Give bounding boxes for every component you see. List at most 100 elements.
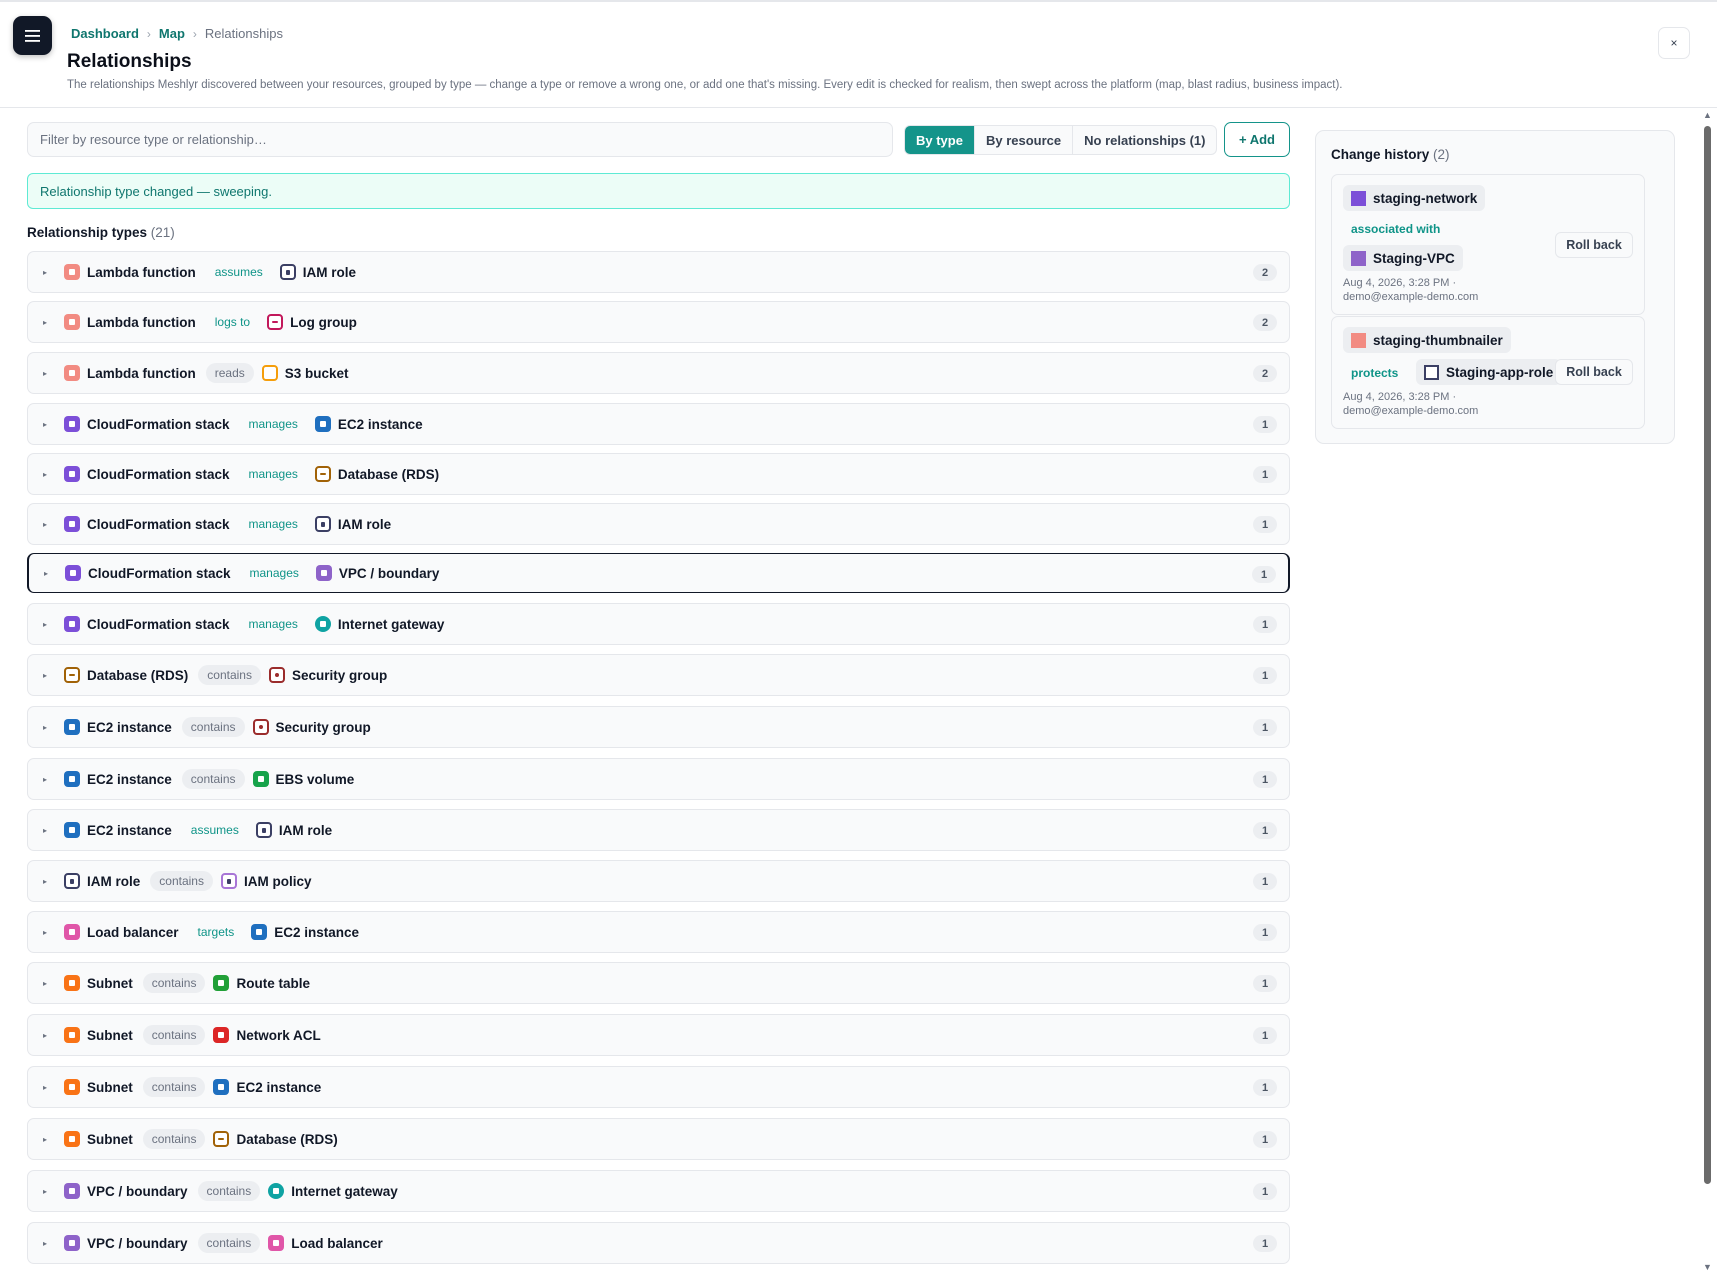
expand-chevron-icon[interactable]: ▸ xyxy=(43,620,53,629)
expand-chevron-icon[interactable]: ▸ xyxy=(43,369,53,378)
relationship-type-row[interactable]: ▸ EC2 instance contains Security group 1 xyxy=(27,706,1290,748)
relationship-type-row[interactable]: ▸ IAM role contains IAM policy 1 xyxy=(27,860,1290,902)
relationship-type-row[interactable]: ▸ CloudFormation stack manages Internet gat… xyxy=(27,603,1290,645)
filter-input[interactable] xyxy=(27,122,893,157)
relationship-type-badge[interactable]: contains xyxy=(142,1025,206,1045)
scroll-up-icon[interactable]: ▲ xyxy=(1703,110,1712,120)
expand-chevron-icon[interactable]: ▸ xyxy=(43,877,53,886)
target-resource-type: EC2 instance xyxy=(274,924,360,940)
history-target-pill[interactable]: Staging-VPC xyxy=(1343,245,1463,271)
internet-gateway-icon xyxy=(314,616,331,632)
relationship-type-badge[interactable]: assumes xyxy=(182,820,248,840)
expand-chevron-icon[interactable]: ▸ xyxy=(43,1135,53,1144)
relationship-type-row[interactable]: ▸ Lambda function assumes IAM role 2 xyxy=(27,251,1290,293)
relationship-type-badge[interactable]: reads xyxy=(205,363,254,383)
expand-chevron-icon[interactable]: ▸ xyxy=(43,268,53,277)
relationship-type-row[interactable]: ▸ Load balancer targets EC2 instance 1 xyxy=(27,911,1290,953)
relationship-type-row[interactable]: ▸ VPC / boundary contains Internet gateway 1 xyxy=(27,1170,1290,1212)
expand-chevron-icon[interactable]: ▸ xyxy=(43,775,53,784)
relationship-type-row[interactable]: ▸ Lambda function reads S3 bucket 2 xyxy=(27,352,1290,394)
scroll-down-icon[interactable]: ▼ xyxy=(1703,1262,1712,1272)
expand-chevron-icon[interactable]: ▸ xyxy=(43,671,53,680)
target-resource-type: Security group xyxy=(275,719,371,735)
history-source-pill[interactable]: staging-thumbnailer xyxy=(1343,327,1511,353)
relationship-type-badge[interactable]: contains xyxy=(142,1077,206,1097)
close-button[interactable]: × xyxy=(1658,27,1690,59)
relationship-type-row[interactable]: ▸ EC2 instance assumes IAM role 1 xyxy=(27,809,1290,851)
lambda-function-icon xyxy=(64,264,80,280)
relationship-type-row[interactable]: ▸ CloudFormation stack manages EC2 instance… xyxy=(27,403,1290,445)
relationship-type-badge[interactable]: manages xyxy=(241,563,308,583)
expand-chevron-icon[interactable]: ▸ xyxy=(43,470,53,479)
roll-back-button[interactable]: Roll back xyxy=(1555,359,1633,385)
relationship-count-badge: 1 xyxy=(1253,822,1277,839)
history-source-pill[interactable]: staging-network xyxy=(1343,185,1486,211)
relationship-type-badge[interactable]: contains xyxy=(197,1233,261,1253)
relationship-count-badge: 1 xyxy=(1253,719,1277,736)
expand-chevron-icon[interactable]: ▸ xyxy=(43,979,53,988)
source-resource-type: VPC / boundary xyxy=(87,1235,188,1251)
history-target-name: Staging-app-role xyxy=(1446,364,1554,380)
breadcrumb-map[interactable]: Map xyxy=(159,26,185,41)
target-resource-type: Security group xyxy=(291,667,388,683)
relationship-type-row[interactable]: ▸ Subnet contains Route table 1 xyxy=(27,962,1290,1004)
subnet-icon xyxy=(64,1079,80,1095)
database-icon xyxy=(213,1131,230,1147)
expand-chevron-icon[interactable]: ▸ xyxy=(43,318,53,327)
relationship-type-badge[interactable]: manages xyxy=(240,414,307,434)
scrollbar[interactable]: ▲ ▼ xyxy=(1703,110,1712,1272)
relationship-type-badge[interactable]: contains xyxy=(181,717,245,737)
relationship-type-badge[interactable]: contains xyxy=(150,871,213,891)
relationship-type-badge[interactable]: manages xyxy=(240,514,307,534)
target-resource-type: Database (RDS) xyxy=(236,1131,338,1147)
relationship-type-row[interactable]: ▸ EC2 instance contains EBS volume 1 xyxy=(27,758,1290,800)
relationship-type-row[interactable]: ▸ CloudFormation stack manages VPC / bounda… xyxy=(27,553,1290,593)
relationship-type-row[interactable]: ▸ VPC / boundary contains Load balancer 1 xyxy=(27,1222,1290,1264)
view-by-resource-button[interactable]: By resource xyxy=(973,126,1072,154)
relationship-type-badge[interactable]: contains xyxy=(142,1129,206,1149)
expand-chevron-icon[interactable]: ▸ xyxy=(43,1187,53,1196)
relationship-type-badge[interactable]: manages xyxy=(240,464,307,484)
menu-button[interactable] xyxy=(13,16,52,55)
view-by-type-button[interactable]: By type xyxy=(905,126,974,154)
add-relationship-button[interactable]: + Add xyxy=(1224,122,1290,157)
expand-chevron-icon[interactable]: ▸ xyxy=(43,520,53,529)
relationship-type-badge[interactable]: logs to xyxy=(206,312,259,332)
source-resource-type: Subnet xyxy=(87,1131,133,1147)
view-no-relationships-button[interactable]: No relationships (1) xyxy=(1072,126,1216,154)
relationship-type-row[interactable]: ▸ Subnet contains EC2 instance 1 xyxy=(27,1066,1290,1108)
relationship-type-badge[interactable]: contains xyxy=(142,973,206,993)
target-resource-type: EC2 instance xyxy=(337,416,423,432)
history-target-pill[interactable]: Staging-app-role xyxy=(1416,359,1562,385)
relationship-count-badge: 1 xyxy=(1253,924,1277,941)
relationship-types-count: (21) xyxy=(150,225,175,240)
breadcrumb-dashboard[interactable]: Dashboard xyxy=(71,26,139,41)
relationship-type-row[interactable]: ▸ Subnet contains Database (RDS) 1 xyxy=(27,1118,1290,1160)
expand-chevron-icon[interactable]: ▸ xyxy=(43,1083,53,1092)
relationship-type-badge[interactable]: assumes xyxy=(206,262,272,282)
relationship-type-badge[interactable]: manages xyxy=(240,614,307,634)
subnet-icon xyxy=(64,1131,80,1147)
relationship-type-row[interactable]: ▸ CloudFormation stack manages Database (RD… xyxy=(27,453,1290,495)
roll-back-button[interactable]: Roll back xyxy=(1555,232,1633,258)
relationship-type-badge[interactable]: contains xyxy=(197,1181,261,1201)
expand-chevron-icon[interactable]: ▸ xyxy=(43,928,53,937)
expand-chevron-icon[interactable]: ▸ xyxy=(43,1239,53,1248)
expand-chevron-icon[interactable]: ▸ xyxy=(43,826,53,835)
relationship-type-row[interactable]: ▸ Database (RDS) contains Security group 1 xyxy=(27,654,1290,696)
expand-chevron-icon[interactable]: ▸ xyxy=(43,420,53,429)
relationship-type-badge[interactable]: contains xyxy=(181,769,245,789)
relationship-type-row[interactable]: ▸ CloudFormation stack manages IAM role 1 xyxy=(27,503,1290,545)
relationship-type-row[interactable]: ▸ Subnet contains Network ACL 1 xyxy=(27,1014,1290,1056)
expand-chevron-icon[interactable]: ▸ xyxy=(43,723,53,732)
cloudformation-stack-icon xyxy=(64,416,80,432)
lambda-function-icon xyxy=(64,365,80,381)
lambda-function-icon xyxy=(1351,332,1366,348)
expand-chevron-icon[interactable]: ▸ xyxy=(43,1031,53,1040)
relationship-type-row[interactable]: ▸ Lambda function logs to Log group 2 xyxy=(27,301,1290,343)
scrollbar-thumb[interactable] xyxy=(1704,126,1711,1184)
expand-chevron-icon[interactable]: ▸ xyxy=(44,569,54,578)
relationship-type-badge[interactable]: contains xyxy=(198,665,261,685)
relationship-count-badge: 1 xyxy=(1253,667,1277,684)
relationship-type-badge[interactable]: targets xyxy=(189,922,244,942)
